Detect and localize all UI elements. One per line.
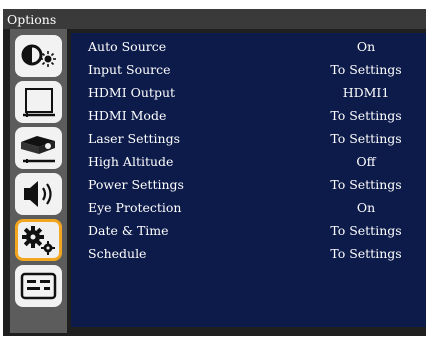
row-label: HDMI Mode — [88, 108, 167, 123]
row-value: To Settings — [330, 108, 402, 123]
row-label: Laser Settings — [88, 131, 180, 146]
row-label: High Altitude — [88, 154, 174, 169]
row-label: Eye Protection — [88, 200, 182, 215]
row-label: Schedule — [88, 246, 147, 261]
row-value: To Settings — [330, 131, 402, 146]
row-value: HDMI1 — [342, 85, 390, 100]
row-value: On — [356, 39, 376, 54]
window-title: Options — [7, 12, 57, 27]
menu-row-hdmi-output[interactable]: HDMI Output HDMI1 — [71, 82, 426, 105]
sidebar-item-network[interactable] — [15, 265, 62, 307]
options-gear-icon — [22, 226, 55, 255]
row-value: To Settings — [330, 177, 402, 192]
row-value: On — [356, 200, 376, 215]
row-value: To Settings — [330, 246, 402, 261]
sidebar-item-options[interactable] — [15, 219, 62, 261]
sidebar-item-audio[interactable] — [15, 173, 62, 215]
sidebar — [10, 29, 67, 333]
sidebar-item-display[interactable] — [15, 81, 62, 123]
menu-row-schedule[interactable]: Schedule To Settings — [71, 243, 426, 266]
menu-row-laser-settings[interactable]: Laser Settings To Settings — [71, 128, 426, 151]
row-value: To Settings — [330, 223, 402, 238]
sidebar-item-picture[interactable] — [15, 35, 62, 77]
audio-icon — [24, 181, 52, 207]
osd-menu-window: Options Auto Source On Input Source To S… — [3, 9, 426, 336]
menu-row-power-settings[interactable]: Power Settings To Settings — [71, 174, 426, 197]
row-label: Power Settings — [88, 177, 184, 192]
menu-row-hdmi-mode[interactable]: HDMI Mode To Settings — [71, 105, 426, 128]
menu-row-date-time[interactable]: Date & Time To Settings — [71, 220, 426, 243]
row-label: Auto Source — [88, 39, 167, 54]
row-label: Date & Time — [88, 223, 169, 238]
row-value: To Settings — [330, 62, 402, 77]
menu-row-auto-source[interactable]: Auto Source On — [71, 36, 426, 59]
row-label: Input Source — [88, 62, 171, 77]
network-icon — [20, 272, 57, 300]
row-label: HDMI Output — [88, 85, 176, 100]
picture-icon — [21, 44, 56, 67]
options-menu-panel: Auto Source On Input Source To Settings … — [71, 33, 426, 327]
setup-icon — [21, 136, 55, 163]
menu-row-input-source[interactable]: Input Source To Settings — [71, 59, 426, 82]
row-value: Off — [356, 154, 376, 169]
sidebar-item-setup[interactable] — [15, 127, 62, 169]
display-icon — [23, 88, 55, 117]
title-bar: Options — [3, 9, 426, 29]
menu-row-high-altitude[interactable]: High Altitude Off — [71, 151, 426, 174]
menu-row-eye-protection[interactable]: Eye Protection On — [71, 197, 426, 220]
